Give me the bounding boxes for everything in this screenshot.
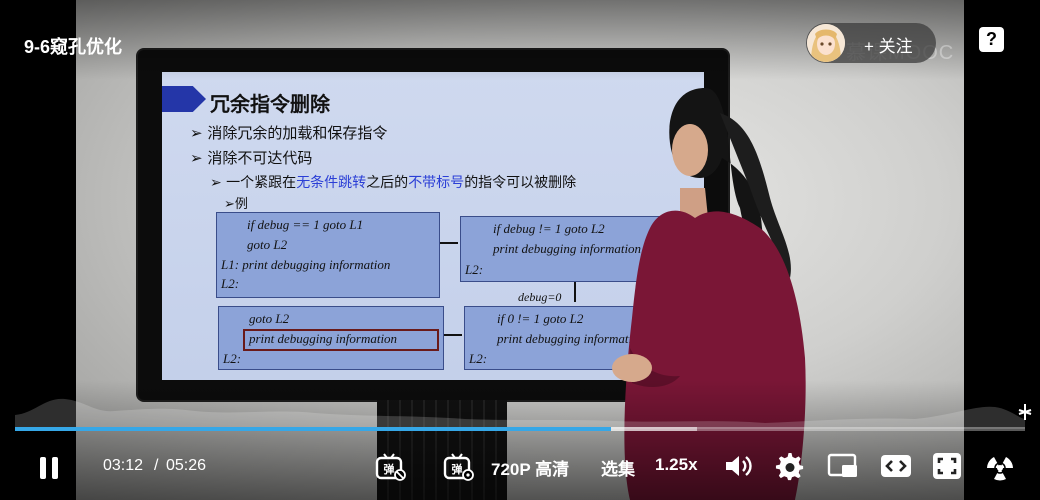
- pause-icon[interactable]: [37, 455, 61, 481]
- video-title: 9-6窥孔优化: [24, 37, 123, 57]
- follow-label[interactable]: + 关注: [864, 32, 913, 57]
- slide-example-label: ➢例: [224, 197, 248, 212]
- code-line: if debug == 1 goto L1: [247, 217, 364, 232]
- avatar-image: [807, 24, 845, 62]
- code-line: print debugging information: [249, 331, 398, 346]
- code-line: if debug != 1 goto L2: [493, 221, 605, 236]
- widescreen-icon[interactable]: [880, 453, 912, 479]
- settings-gear-icon[interactable]: [775, 452, 805, 482]
- svg-text:弹: 弹: [384, 462, 395, 476]
- code-line: L2:: [469, 351, 488, 366]
- code-box-result: goto L2 print debugging information L2:: [218, 306, 444, 370]
- web-fullscreen-icon[interactable]: [932, 452, 962, 480]
- author-avatar[interactable]: [807, 24, 845, 62]
- picture-in-picture-icon[interactable]: [827, 453, 859, 479]
- quality-selector[interactable]: 720P 高清: [491, 455, 569, 480]
- danmaku-settings-icon[interactable]: 弹: [443, 452, 475, 482]
- slide-bullet: ➢ 消除冗余的加载和保存指令: [190, 124, 388, 142]
- arrow-left: [444, 334, 462, 336]
- help-button[interactable]: ?: [979, 27, 1004, 52]
- speed-selector[interactable]: 1.25x: [655, 455, 698, 475]
- radiation-icon[interactable]: [985, 452, 1015, 482]
- episodes-button[interactable]: 选集: [601, 455, 635, 480]
- arrow-right: [440, 242, 458, 244]
- code-line: L2:: [223, 351, 242, 366]
- svg-text:弹: 弹: [452, 462, 463, 476]
- slide-title: 冗余指令删除: [210, 92, 330, 116]
- code-line: L2:: [221, 276, 240, 291]
- arrow-down: [574, 282, 576, 302]
- debug-label: debug=0: [518, 290, 562, 304]
- code-box-original: if debug == 1 goto L1 goto L2 L1: print …: [216, 212, 440, 298]
- code-line: goto L2: [249, 311, 290, 326]
- duration: 05:26: [166, 457, 207, 474]
- danmaku-off-icon[interactable]: 弹: [375, 452, 407, 482]
- heatmap-wave: [15, 398, 1025, 429]
- code-line: L2:: [465, 262, 484, 277]
- pin-icon[interactable]: [1016, 402, 1034, 422]
- slide-sub-bullet: ➢ 一个紧跟在无条件跳转之后的不带标号的指令可以被删除: [210, 175, 577, 191]
- progress-fill[interactable]: [15, 427, 611, 431]
- current-time: 03:12: [103, 457, 144, 474]
- code-line: goto L2: [247, 237, 288, 252]
- volume-icon[interactable]: [724, 453, 754, 479]
- code-line: L1: print debugging information: [221, 257, 391, 272]
- time-separator: /: [154, 457, 159, 474]
- video-player[interactable]: 冗余指令删除 ➢ 消除冗余的加载和保存指令 ➢ 消除不可达代码 ➢ 一个紧跟在无…: [0, 0, 1040, 500]
- slide-title-marker: [162, 86, 206, 112]
- code-line: if 0 != 1 goto L2: [497, 311, 584, 326]
- slide-bullet: ➢ 消除不可达代码: [190, 149, 313, 167]
